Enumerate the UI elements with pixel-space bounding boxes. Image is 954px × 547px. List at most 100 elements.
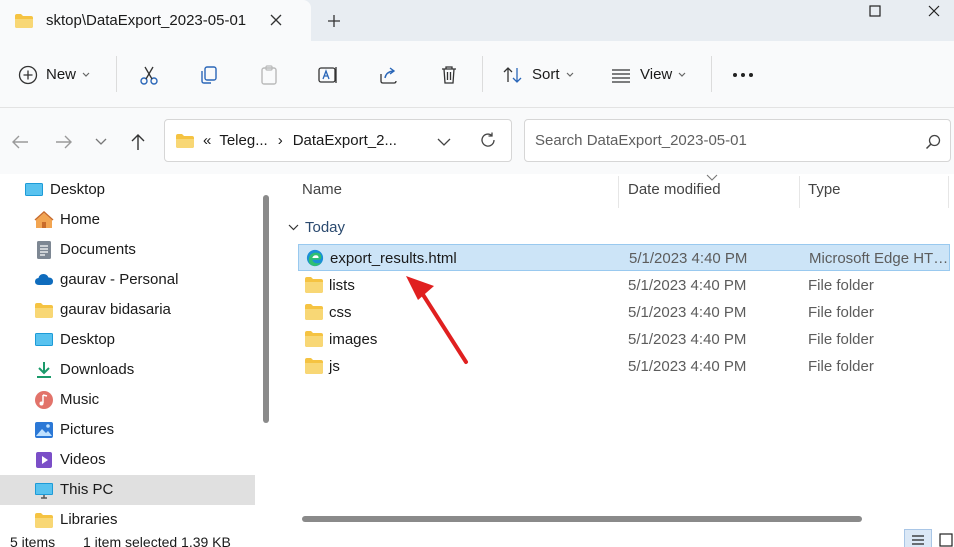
details-view-button[interactable] <box>904 529 932 547</box>
nav-item-music[interactable]: Music <box>0 385 255 415</box>
chevron-down-icon <box>82 72 90 77</box>
arrow-left-icon <box>12 135 28 149</box>
tab-title: sktop\DataExport_2023-05-01 <box>46 12 247 29</box>
address-bar[interactable]: « Teleg... › DataExport_2... <box>164 119 512 162</box>
chevron-down-icon <box>437 138 451 146</box>
navigation-pane: Desktop Home Documents gaurav - Personal… <box>0 174 272 529</box>
music-icon <box>35 391 53 409</box>
chevron-down-icon <box>288 224 299 231</box>
sort-label: Sort <box>532 66 560 83</box>
nav-item-documents[interactable]: Documents <box>0 235 255 265</box>
chevron-down-icon <box>678 72 686 77</box>
column-divider[interactable] <box>618 176 619 208</box>
paste-icon <box>261 64 277 85</box>
breadcrumb-separator[interactable]: › <box>278 132 283 149</box>
delete-button[interactable] <box>438 41 460 108</box>
chevron-down-icon <box>95 138 107 145</box>
file-date: 5/1/2023 4:40 PM <box>628 304 747 321</box>
sort-button[interactable]: Sort <box>502 41 574 108</box>
documents-icon <box>37 241 51 259</box>
group-label: Today <box>305 219 346 236</box>
forward-button[interactable] <box>52 130 76 154</box>
nav-item-label: Home <box>60 211 101 228</box>
nav-scrollbar-thumb[interactable] <box>263 195 269 423</box>
back-button[interactable] <box>8 130 32 154</box>
refresh-icon <box>481 132 495 147</box>
paste-button[interactable] <box>258 41 280 108</box>
search-input[interactable]: Search DataExport_2023-05-01 <box>524 119 951 162</box>
horizontal-scrollbar-thumb[interactable] <box>302 516 862 522</box>
group-header-today[interactable]: Today <box>288 219 345 236</box>
file-type: File folder <box>808 331 874 348</box>
address-history-button[interactable] <box>437 134 451 151</box>
cut-button[interactable] <box>138 41 160 108</box>
breadcrumb-item[interactable]: Teleg... <box>219 132 267 149</box>
onedrive-cloud-icon <box>35 274 53 285</box>
details-view-icon <box>912 535 924 545</box>
close-icon <box>928 5 940 17</box>
recent-locations-button[interactable] <box>89 130 113 154</box>
nav-item-videos[interactable]: Videos <box>0 445 255 475</box>
new-label: New <box>46 66 77 83</box>
file-type: File folder <box>808 277 874 294</box>
copy-button[interactable] <box>198 41 220 108</box>
view-button[interactable]: View <box>610 41 686 108</box>
folder-icon <box>15 13 33 28</box>
cut-icon <box>140 66 158 85</box>
nav-item-this-pc[interactable]: This PC <box>0 475 255 505</box>
file-name: lists <box>329 277 355 294</box>
status-item-count: 5 items <box>10 534 56 547</box>
nav-item-onedrive-personal[interactable]: gaurav - Personal <box>0 265 255 295</box>
nav-item-pictures[interactable]: Pictures <box>0 415 255 445</box>
tiles-view-button[interactable] <box>932 529 954 547</box>
refresh-button[interactable] <box>479 131 497 153</box>
breadcrumb-overflow[interactable]: « <box>203 132 211 149</box>
folder-icon <box>305 277 323 293</box>
nav-item-desktop[interactable]: Desktop <box>0 325 255 355</box>
nav-item-libraries[interactable]: Libraries <box>0 505 255 529</box>
share-button[interactable] <box>378 41 400 108</box>
new-button[interactable]: New <box>18 41 90 108</box>
nav-item-label: gaurav - Personal <box>60 271 179 288</box>
file-name: export_results.html <box>330 250 457 267</box>
column-header-name[interactable]: Name <box>302 181 342 198</box>
more-options-button[interactable] <box>732 41 754 108</box>
close-icon <box>270 14 282 26</box>
view-icon <box>612 68 630 83</box>
column-header-date-modified[interactable]: Date modified <box>628 181 721 198</box>
folder-icon <box>305 358 323 374</box>
file-type: Microsoft Edge HTML Document <box>809 250 949 267</box>
breadcrumb: « Teleg... › DataExport_2... <box>175 120 397 161</box>
up-button[interactable] <box>126 130 150 154</box>
nav-item-label: Pictures <box>60 421 115 438</box>
file-date: 5/1/2023 4:40 PM <box>629 250 748 267</box>
nav-item-label: This PC <box>60 481 114 498</box>
nav-item-desktop[interactable]: Desktop <box>0 175 255 205</box>
nav-item-home[interactable]: Home <box>0 205 255 235</box>
column-divider[interactable] <box>799 176 800 208</box>
breadcrumb-item[interactable]: DataExport_2... <box>293 132 397 149</box>
column-divider[interactable] <box>948 176 949 208</box>
arrow-right-icon <box>56 135 72 149</box>
file-type: File folder <box>808 358 874 375</box>
edge-html-icon <box>306 249 324 267</box>
maximize-icon <box>869 5 881 17</box>
file-date: 5/1/2023 4:40 PM <box>628 331 747 348</box>
maximize-button[interactable] <box>855 0 895 22</box>
nav-item-label: Documents <box>60 241 136 258</box>
nav-item-user-folder[interactable]: gaurav bidasaria <box>0 295 255 325</box>
column-header-type[interactable]: Type <box>808 181 841 198</box>
file-name: css <box>329 304 352 321</box>
new-tab-button[interactable] <box>323 10 345 32</box>
active-tab[interactable]: sktop\DataExport_2023-05-01 <box>0 0 311 41</box>
folder-icon <box>305 304 323 320</box>
nav-item-label: Desktop <box>50 181 106 198</box>
sort-indicator-icon <box>706 174 718 181</box>
close-window-button[interactable] <box>914 0 954 22</box>
close-tab-button[interactable] <box>266 10 286 30</box>
nav-item-label: gaurav bidasaria <box>60 301 171 318</box>
nav-item-downloads[interactable]: Downloads <box>0 355 255 385</box>
rename-button[interactable] <box>317 41 339 108</box>
file-row-export-results[interactable]: export_results.html 5/1/2023 4:40 PM Mic… <box>298 244 950 271</box>
rename-icon <box>318 66 337 83</box>
